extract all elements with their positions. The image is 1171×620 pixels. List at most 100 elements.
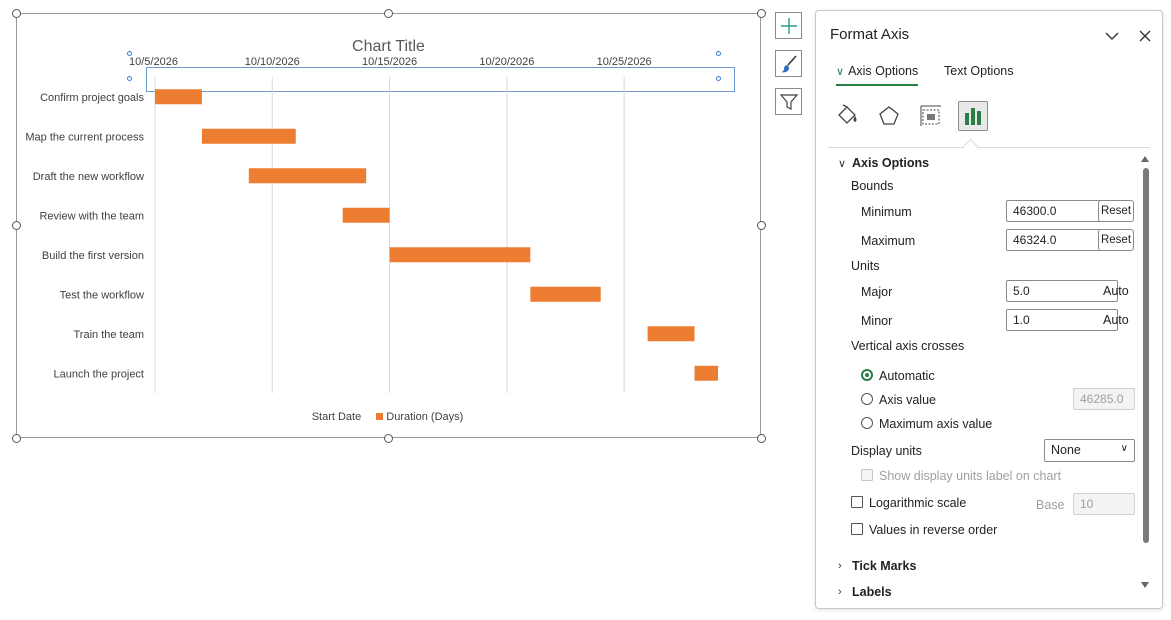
category-label: Confirm project goals — [40, 92, 144, 104]
show-units-label: Show display units label on chart — [879, 469, 1062, 483]
category-label: Build the first version — [42, 250, 144, 262]
size-properties-icon[interactable] — [916, 101, 946, 131]
resize-handle-top-right[interactable] — [757, 9, 766, 18]
units-label: Units — [851, 259, 880, 273]
chart-elements-button[interactable] — [775, 12, 802, 39]
section-tick-marks[interactable]: Tick Marks — [852, 559, 916, 573]
duration-bar — [201, 128, 296, 144]
duration-bar — [389, 247, 531, 263]
scroll-thumb[interactable] — [1143, 168, 1149, 543]
axis-value-label[interactable]: Axis value — [879, 393, 936, 407]
resize-handle-bottom-left[interactable] — [12, 434, 21, 443]
duration-bar — [530, 286, 601, 302]
automatic-label[interactable]: Automatic — [879, 369, 935, 383]
section-labels[interactable]: Labels — [852, 585, 892, 597]
section-axis-options[interactable]: Axis Options — [852, 156, 929, 170]
chart-legend[interactable]: Start Date Duration (Days) — [0, 411, 775, 423]
chevron-down-icon: ∨ — [1120, 443, 1128, 454]
divider — [828, 147, 1150, 148]
maximum-label: Maximum — [861, 234, 916, 248]
axis-tick-label: 10/20/2026 — [479, 56, 534, 68]
axis-tick-label: 10/5/2026 — [129, 56, 178, 68]
paintbrush-icon — [780, 55, 797, 72]
effects-icon[interactable] — [874, 101, 904, 131]
gantt-chart-svg: 10/5/2026 10/10/2026 10/15/2026 10/20/2026 1… — [25, 56, 718, 393]
axis-value-radio[interactable] — [861, 393, 873, 405]
axis-tick-label: 10/15/2026 — [362, 56, 417, 68]
major-unit-field[interactable] — [1006, 280, 1118, 302]
category-label: Launch the project — [53, 368, 144, 380]
duration-bar — [694, 365, 718, 381]
display-units-value: None — [1051, 443, 1081, 457]
base-label: Base — [1036, 498, 1065, 512]
reverse-order-label[interactable]: Values in reverse order — [869, 523, 997, 537]
legend-swatch-duration — [376, 413, 384, 420]
reset-maximum-button[interactable]: Reset — [1098, 229, 1134, 251]
resize-handle-top[interactable] — [384, 9, 393, 18]
log-scale-label[interactable]: Logarithmic scale — [869, 496, 966, 510]
resize-handle-left[interactable] — [12, 221, 21, 230]
minimum-label: Minimum — [861, 205, 912, 219]
chart-styles-button[interactable] — [775, 50, 802, 77]
category-label: Map the current process — [25, 131, 144, 143]
tab-text-options[interactable]: Text Options — [944, 64, 1013, 78]
bounds-label: Bounds — [851, 179, 894, 193]
display-units-dropdown[interactable]: None ∨ — [1044, 439, 1135, 462]
filter-icon — [779, 93, 798, 110]
axis-tick-label: 10/25/2026 — [597, 56, 652, 68]
resize-handle-right[interactable] — [757, 221, 766, 230]
pane-title: Format Axis — [830, 26, 910, 43]
base-field — [1073, 493, 1135, 515]
format-axis-pane: Format Axis ∨ Axis Options Text Options ∨… — [815, 10, 1163, 609]
chevron-down-icon[interactable]: ∨ — [838, 157, 846, 170]
major-auto-label: Auto — [1103, 284, 1129, 298]
legend-entry-start-date: Start Date — [311, 411, 362, 423]
resize-handle-bottom-right[interactable] — [757, 434, 766, 443]
axis-handle-bottom-right[interactable] — [716, 76, 721, 81]
chevron-right-icon[interactable]: › — [838, 560, 842, 572]
display-units-label: Display units — [851, 444, 922, 458]
tab-axis-options-label: Axis Options — [848, 64, 919, 78]
resize-handle-top-left[interactable] — [12, 9, 21, 18]
fill-line-icon[interactable] — [832, 101, 862, 131]
legend-entry-duration: Duration (Days) — [386, 411, 464, 423]
reset-minimum-button[interactable]: Reset — [1098, 200, 1134, 222]
category-label: Train the team — [73, 329, 144, 341]
category-label: Draft the new workflow — [33, 171, 144, 183]
chevron-down-icon[interactable] — [1103, 27, 1121, 45]
scroll-down-arrow[interactable] — [1141, 582, 1149, 588]
axis-handle-top-right[interactable] — [716, 51, 721, 56]
major-label: Major — [861, 285, 893, 299]
maximum-axis-value-label[interactable]: Maximum axis value — [879, 417, 992, 431]
pane-scrollbar[interactable] — [1141, 154, 1150, 594]
duration-bar — [647, 326, 695, 342]
chart-filters-button[interactable] — [775, 88, 802, 115]
minor-unit-field[interactable] — [1006, 309, 1118, 331]
automatic-radio[interactable] — [861, 369, 873, 381]
axis-handle-bottom-left[interactable] — [127, 76, 132, 81]
axis-handle-top-left[interactable] — [127, 51, 132, 56]
tab-caret — [962, 138, 979, 155]
duration-bar — [342, 207, 390, 223]
labels-section-clip: › Labels — [816, 583, 1141, 597]
minor-auto-label: Auto — [1103, 313, 1129, 327]
duration-bar — [248, 168, 367, 184]
axis-value-field — [1073, 388, 1135, 410]
maximum-axis-value-radio[interactable] — [861, 417, 873, 429]
tab-axis-options[interactable]: ∨ Axis Options — [836, 64, 919, 86]
duration-bar — [155, 89, 202, 105]
minor-label: Minor — [861, 314, 893, 328]
chevron-down-icon: ∨ — [836, 66, 845, 78]
reverse-order-checkbox[interactable] — [851, 523, 863, 535]
chevron-right-icon[interactable]: › — [838, 586, 842, 597]
show-units-checkbox — [861, 469, 873, 481]
category-label: Review with the team — [39, 210, 144, 222]
resize-handle-bottom[interactable] — [384, 434, 393, 443]
axis-options-icon[interactable] — [958, 101, 988, 131]
scroll-up-arrow[interactable] — [1141, 156, 1149, 162]
log-scale-checkbox[interactable] — [851, 496, 863, 508]
category-label: Test the workflow — [60, 289, 144, 301]
axis-tick-label: 10/10/2026 — [245, 56, 300, 68]
plus-icon — [780, 17, 797, 34]
close-icon[interactable] — [1136, 27, 1154, 45]
